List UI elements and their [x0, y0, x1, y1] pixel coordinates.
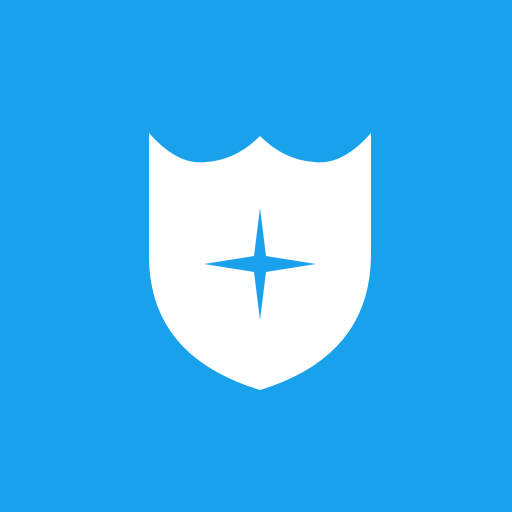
shield-star-icon	[148, 133, 371, 390]
app-icon-tile[interactable]	[0, 0, 512, 512]
